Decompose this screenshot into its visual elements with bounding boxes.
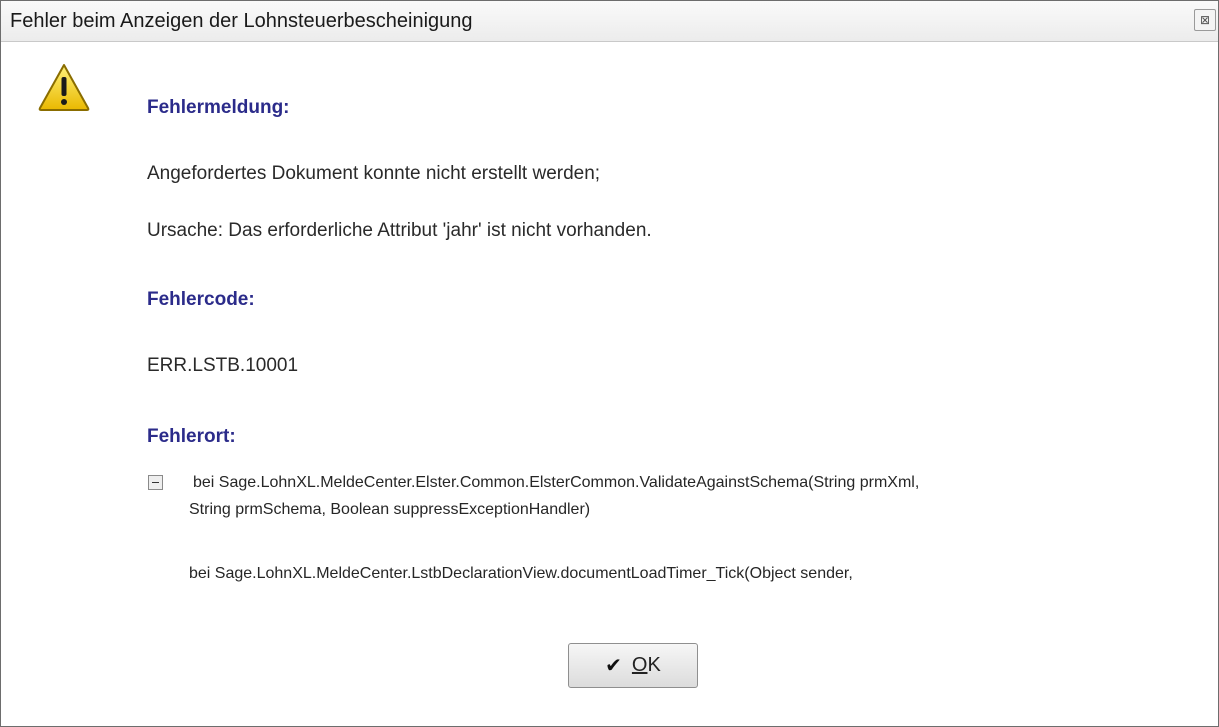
error-message-line-2: Ursache: Das erforderliche Attribut 'jah… <box>147 220 652 241</box>
ok-button[interactable]: ✔ OK <box>568 643 698 688</box>
close-icon: ⊠ <box>1199 13 1211 27</box>
ok-label: OK <box>632 654 661 677</box>
ok-mnemonic: O <box>631 654 648 676</box>
error-code-value: ERR.LSTB.10001 <box>147 355 299 376</box>
error-message-heading: Fehlermeldung: <box>147 97 290 118</box>
stack-trace-line-3: bei Sage.LohnXL.MeldeCenter.LstbDeclarat… <box>189 565 853 582</box>
title-bar: Fehler beim Anzeigen der Lohnsteuerbesch… <box>1 1 1218 42</box>
error-dialog: Fehler beim Anzeigen der Lohnsteuerbesch… <box>0 0 1219 727</box>
error-code-heading: Fehlercode: <box>147 289 255 310</box>
collapse-minus-icon[interactable] <box>148 475 163 490</box>
check-icon: ✔ <box>605 655 622 677</box>
error-message-line-1: Angefordertes Dokument konnte nicht erst… <box>147 163 601 184</box>
error-location-heading: Fehlerort: <box>147 426 236 447</box>
stack-trace-line-2: String prmSchema, Boolean suppressExcept… <box>189 501 591 518</box>
warning-triangle-icon <box>38 64 90 111</box>
stack-trace-line-1: bei Sage.LohnXL.MeldeCenter.Elster.Commo… <box>193 474 920 491</box>
dialog-content <box>1 42 1218 726</box>
ok-label-rest: K <box>647 654 661 676</box>
window-title: Fehler beim Anzeigen der Lohnsteuerbesch… <box>10 10 473 32</box>
close-button[interactable]: ⊠ <box>1194 9 1216 31</box>
